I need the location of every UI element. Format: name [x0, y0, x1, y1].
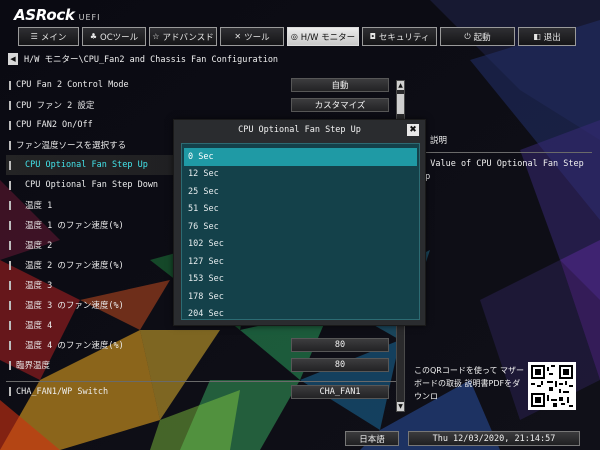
tab-tool[interactable]: ✕ ツール: [220, 27, 284, 46]
row-marker: [9, 260, 11, 270]
setting-label: 温度 1 のファン速度(%): [25, 221, 124, 231]
setting-label: CPU Fan 2 Control Mode: [16, 80, 129, 90]
tab-label: アドバンスド: [162, 32, 214, 43]
option-item[interactable]: 204 Sec: [184, 306, 417, 324]
row-marker: [9, 180, 11, 190]
tab-label: セキュリティ: [378, 32, 430, 43]
setting-label: CPU FAN2 On/Off: [16, 120, 93, 130]
setting-label: CPU Optional Fan Step Down: [25, 180, 159, 190]
qr-caption: このQRコードを使って マザーボードの取扱 説明書PDFをダウンロ: [414, 366, 524, 401]
option-item[interactable]: 25 Sec: [184, 183, 417, 201]
datetime-display: Thu 12/03/2020, 21:14:57: [408, 431, 580, 446]
setting-label: 臨界温度: [16, 361, 51, 371]
tab-advanced[interactable]: ☆ アドバンスド: [149, 27, 217, 46]
setting-label: 温度 4: [25, 321, 53, 331]
oc-icon: ♣: [89, 32, 98, 41]
option-item[interactable]: 127 Sec: [184, 253, 417, 271]
brand-name: ASRock: [14, 6, 75, 24]
setting-label: CPU ファン 2 設定: [16, 101, 95, 111]
row-marker: [9, 100, 11, 110]
description-panel: 説明 e Value of CPU Optional Fan Step Up: [412, 126, 592, 246]
tools-icon: ✕: [234, 32, 242, 41]
setting-value[interactable]: 80: [291, 338, 389, 352]
setting-value[interactable]: カスタマイズ: [291, 98, 389, 112]
setting-label: 温度 4 のファン速度(%): [25, 341, 124, 351]
qr-code: [528, 362, 576, 410]
option-item[interactable]: 0 Sec: [184, 148, 417, 166]
setting-label: CHA_FAN1/WP Switch: [16, 386, 109, 397]
row-marker: [9, 300, 11, 310]
setting-value[interactable]: 80: [291, 358, 389, 372]
monitor-icon: ◎: [290, 32, 298, 41]
setting-label: 温度 3: [25, 281, 53, 291]
setting-label: 温度 2: [25, 241, 53, 251]
tab-label: メイン: [40, 32, 67, 43]
row-marker: [9, 200, 11, 210]
option-item[interactable]: 178 Sec: [184, 288, 417, 306]
option-item[interactable]: 51 Sec: [184, 201, 417, 219]
scroll-down-icon[interactable]: ▼: [397, 402, 404, 411]
asrock-logo: ASRock UEFI: [14, 6, 100, 24]
setting-label: ファン温度ソースを選択する: [16, 141, 127, 151]
option-item[interactable]: 12 Sec: [184, 166, 417, 184]
back-arrow-icon[interactable]: ◀: [8, 53, 18, 65]
tab-label: 起動: [473, 32, 491, 43]
row-marker: [9, 387, 11, 396]
tab-label: OCツール: [100, 32, 139, 43]
main-tabs: ☰ メイン ♣ OCツール ☆ アドバンスド ✕ ツール ◎ H/W モニター ◘ セキュリ…: [18, 27, 576, 46]
option-item[interactable]: 102 Sec: [184, 236, 417, 254]
close-icon[interactable]: ✖: [407, 124, 419, 136]
product-name: UEFI: [78, 13, 101, 22]
row-marker: [9, 320, 11, 330]
breadcrumb: ◀ H/W モニター\CPU_Fan2 and Chassis Fan Conf…: [8, 52, 278, 66]
breadcrumb-path: H/W モニター\CPU_Fan2 and Chassis Fan Config…: [24, 55, 279, 65]
setting-value[interactable]: CHA_FAN1: [291, 384, 389, 399]
setting-label: 温度 1: [25, 201, 53, 211]
setting-row[interactable]: CPU Fan 2 Control Mode 自動: [6, 75, 396, 95]
setting-row[interactable]: 臨界温度 80: [6, 355, 396, 375]
description-text: e Value of CPU Optional Fan Step Up: [420, 159, 584, 182]
description-heading: 説明: [412, 126, 592, 153]
scroll-up-icon[interactable]: ▲: [397, 81, 404, 90]
row-marker: [9, 240, 11, 250]
tab-label: H/W モニター: [300, 32, 356, 43]
setting-row[interactable]: 温度 4 のファン速度(%) 80: [6, 335, 396, 355]
tab-exit[interactable]: ◧ 退出: [518, 27, 576, 46]
row-marker: [9, 120, 11, 130]
setting-row[interactable]: CPU ファン 2 設定 カスタマイズ: [6, 95, 396, 115]
tab-main[interactable]: ☰ メイン: [18, 27, 79, 46]
exit-icon: ◧: [533, 32, 541, 41]
row-marker: [9, 220, 11, 230]
setting-row[interactable]: CHA_FAN1/WP Switch CHA_FAN1: [6, 381, 396, 401]
power-icon: ⏻: [464, 31, 471, 41]
row-marker: [9, 140, 11, 150]
row-marker: [9, 280, 11, 290]
tab-label: 退出: [543, 32, 561, 43]
row-marker: [9, 360, 11, 370]
scroll-thumb[interactable]: [397, 94, 404, 114]
tab-oc-tweaker[interactable]: ♣ OCツール: [82, 27, 146, 46]
shield-icon: ◘: [369, 32, 376, 41]
star-icon: ☆: [152, 32, 160, 41]
language-selector[interactable]: 日本語: [345, 431, 399, 446]
setting-label: 温度 2 のファン速度(%): [25, 261, 124, 271]
dialog-title: CPU Optional Fan Step Up: [238, 125, 361, 135]
tab-label: ツール: [244, 32, 270, 43]
fan-step-up-dialog: CPU Optional Fan Step Up ✖ 0 Sec 12 Sec 25…: [173, 119, 426, 326]
row-marker: [9, 160, 11, 170]
row-marker: [9, 80, 11, 90]
setting-label: 温度 3 のファン速度(%): [25, 301, 124, 311]
tab-hw-monitor[interactable]: ◎ H/W モニター: [287, 27, 359, 46]
tab-security[interactable]: ◘ セキュリティ: [362, 27, 437, 46]
menu-icon: ☰: [30, 32, 38, 41]
row-marker: [9, 340, 11, 350]
option-item[interactable]: 153 Sec: [184, 271, 417, 289]
setting-value[interactable]: 自動: [291, 78, 389, 92]
option-list: 0 Sec 12 Sec 25 Sec 51 Sec 76 Sec 102 Sec 127 …: [181, 143, 420, 320]
tab-boot[interactable]: ⏻ 起動: [440, 27, 515, 46]
option-item[interactable]: 76 Sec: [184, 218, 417, 236]
setting-label: CPU Optional Fan Step Up: [25, 160, 148, 170]
